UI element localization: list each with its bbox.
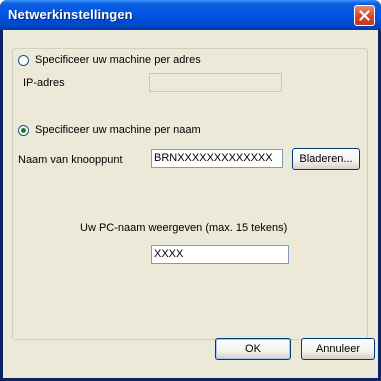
close-icon xyxy=(359,10,370,21)
ip-address-field[interactable] xyxy=(149,73,282,92)
node-name-label: Naam van knooppunt xyxy=(18,154,123,166)
cancel-button[interactable]: Annuleer xyxy=(301,338,375,360)
radio-button-address[interactable] xyxy=(18,54,29,66)
node-name-field[interactable]: BRNXXXXXXXXXXXXX xyxy=(151,149,283,168)
dialog-window: Netwerkinstellingen Specificeer uw machi… xyxy=(0,0,381,381)
radio-label-name: Specificeer uw machine per naam xyxy=(35,124,201,136)
radio-button-name[interactable] xyxy=(18,124,29,136)
pc-name-field[interactable]: XXXX xyxy=(151,245,289,264)
pc-name-label: Uw PC-naam weergeven (max. 15 tekens) xyxy=(80,222,288,234)
radio-specify-by-name[interactable]: Specificeer uw machine per naam xyxy=(18,124,201,136)
ip-address-label: IP-adres xyxy=(23,77,65,89)
window-title: Netwerkinstellingen xyxy=(8,7,133,22)
close-button[interactable] xyxy=(354,5,375,26)
radio-specify-by-address[interactable]: Specificeer uw machine per adres xyxy=(18,54,201,66)
ok-button[interactable]: OK xyxy=(215,338,291,360)
title-bar[interactable]: Netwerkinstellingen xyxy=(0,0,381,30)
browse-button[interactable]: Bladeren... xyxy=(292,148,360,170)
dialog-body: Specificeer uw machine per adres IP-adre… xyxy=(3,30,378,378)
radio-label-address: Specificeer uw machine per adres xyxy=(35,54,201,66)
